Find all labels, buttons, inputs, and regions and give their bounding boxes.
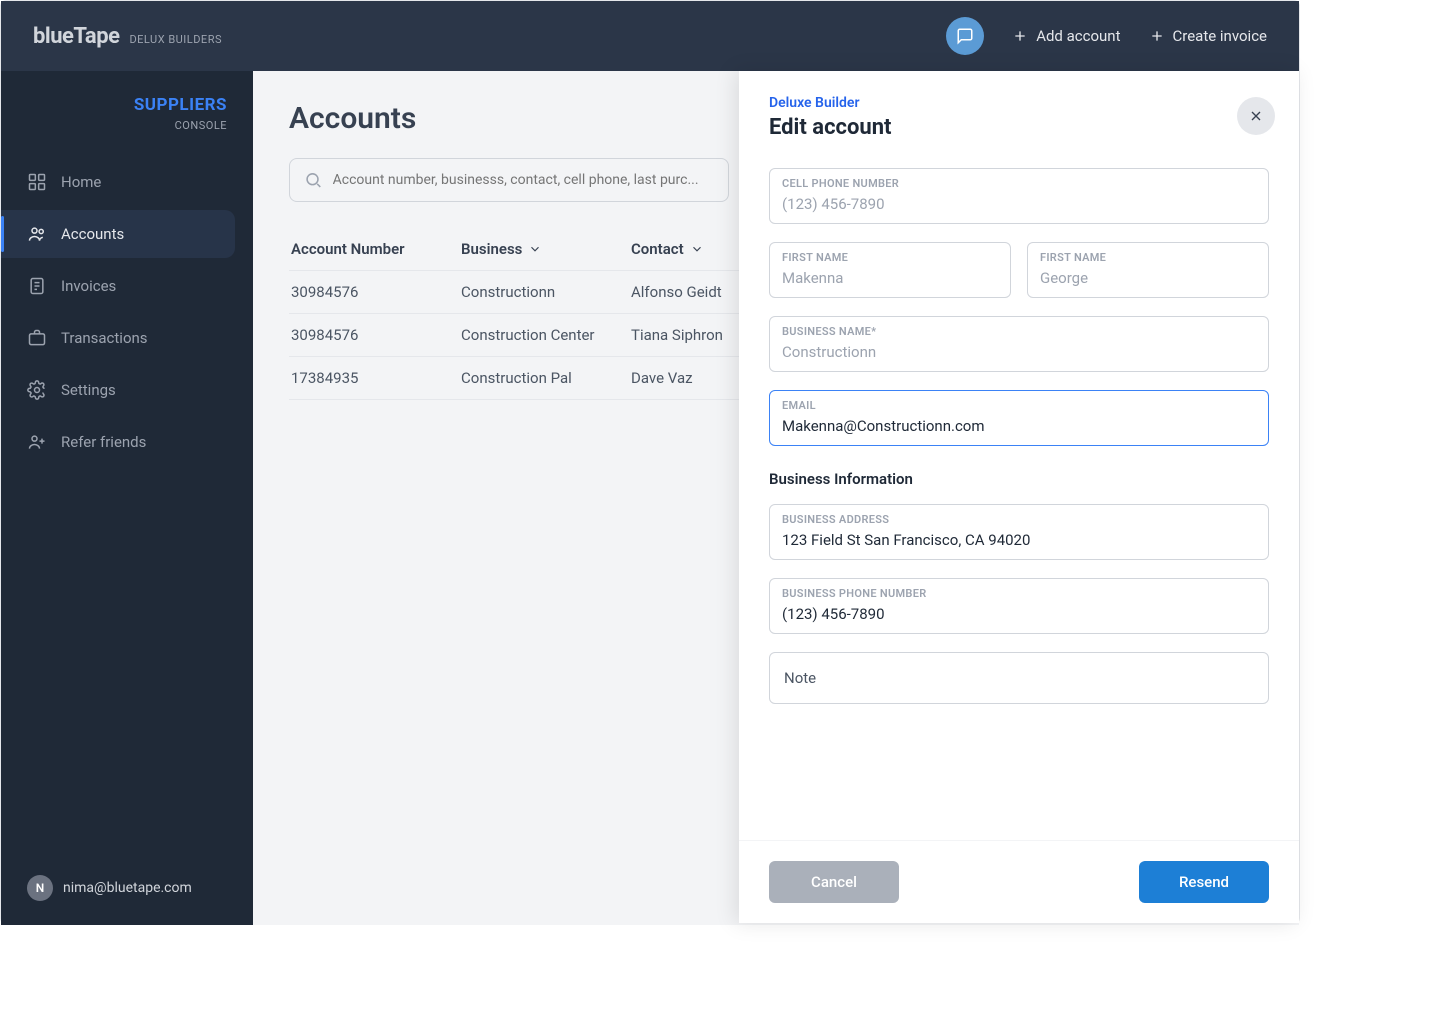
business-name-input[interactable]: [782, 343, 1256, 361]
search-icon: [304, 170, 323, 190]
close-button[interactable]: [1237, 97, 1275, 135]
cell-phone-input[interactable]: [782, 195, 1256, 213]
col-label: Contact: [631, 240, 684, 258]
field-label: BUSINESS PHONE NUMBER: [782, 587, 1256, 600]
sidebar-nav: Home Accounts Invoices Transactions Sett…: [1, 158, 253, 466]
chevron-down-icon: [528, 242, 542, 256]
sidebar-item-label: Home: [61, 173, 101, 191]
note-field[interactable]: Note: [769, 652, 1269, 704]
user-plus-icon: [27, 432, 47, 452]
chevron-down-icon: [690, 242, 704, 256]
field-label: FIRST NAME: [1040, 251, 1256, 264]
business-address-input[interactable]: [782, 531, 1256, 549]
drawer-title: Edit account: [769, 115, 1269, 140]
sidebar-title: SUPPLIERS: [27, 95, 227, 115]
sidebar-item-label: Refer friends: [61, 433, 146, 451]
cancel-button[interactable]: Cancel: [769, 861, 899, 903]
drawer-footer: Cancel Resend: [739, 840, 1299, 923]
sidebar-item-label: Settings: [61, 381, 116, 399]
sidebar-item-invoices[interactable]: Invoices: [1, 262, 235, 310]
field-label: BUSINESS NAME*: [782, 325, 1256, 338]
field-label: CELL PHONE NUMBER: [782, 177, 1256, 190]
col-label: Account Number: [291, 240, 405, 258]
header-actions: Add account Create invoice: [946, 17, 1267, 55]
plus-icon: [1012, 28, 1028, 44]
business-phone-field[interactable]: BUSINESS PHONE NUMBER: [769, 578, 1269, 634]
chat-button[interactable]: [946, 17, 984, 55]
create-invoice-label: Create invoice: [1173, 27, 1268, 45]
resend-button[interactable]: Resend: [1139, 861, 1269, 903]
user-email: nima@bluetape.com: [63, 880, 192, 896]
business-phone-input[interactable]: [782, 605, 1256, 623]
cell-business: Constructionn: [461, 283, 631, 301]
cell-phone-field[interactable]: CELL PHONE NUMBER: [769, 168, 1269, 224]
app-header: blueTape DELUX BUILDERS Add account Crea…: [1, 1, 1299, 71]
first-name-input-1[interactable]: [782, 269, 998, 287]
sidebar-item-transactions[interactable]: Transactions: [1, 314, 235, 362]
email-input[interactable]: [782, 417, 1256, 435]
drawer-supertitle: Deluxe Builder: [769, 95, 1269, 111]
first-name-field-1[interactable]: FIRST NAME: [769, 242, 1011, 298]
avatar: N: [27, 875, 53, 901]
cell-acct: 17384935: [291, 369, 461, 387]
gear-icon: [27, 380, 47, 400]
sidebar-header: SUPPLIERS CONSOLE: [1, 71, 253, 150]
invoice-icon: [27, 276, 47, 296]
drawer-body: CELL PHONE NUMBER FIRST NAME FIRST NAME …: [739, 150, 1299, 840]
search-input[interactable]: [333, 172, 714, 188]
add-account-button[interactable]: Add account: [1012, 27, 1120, 45]
cell-business: Construction Center: [461, 326, 631, 344]
business-info-heading: Business Information: [769, 470, 1269, 488]
email-field[interactable]: EMAIL: [769, 390, 1269, 446]
grid-icon: [27, 172, 47, 192]
brand-subtitle: DELUX BUILDERS: [129, 33, 222, 46]
chat-icon: [956, 27, 974, 45]
create-invoice-button[interactable]: Create invoice: [1149, 27, 1268, 45]
users-icon: [27, 224, 47, 244]
note-label: Note: [784, 669, 816, 687]
drawer-header: Deluxe Builder Edit account: [739, 71, 1299, 150]
briefcase-icon: [27, 328, 47, 348]
plus-icon: [1149, 28, 1165, 44]
col-business[interactable]: Business: [461, 240, 631, 258]
business-name-field[interactable]: BUSINESS NAME*: [769, 316, 1269, 372]
sidebar-subtitle: CONSOLE: [27, 119, 227, 132]
brand-mark: blueTape: [33, 24, 119, 49]
col-label: Business: [461, 240, 522, 258]
business-address-field[interactable]: BUSINESS ADDRESS: [769, 504, 1269, 560]
sidebar-item-label: Transactions: [61, 329, 148, 347]
sidebar-item-home[interactable]: Home: [1, 158, 235, 206]
sidebar-item-refer[interactable]: Refer friends: [1, 418, 235, 466]
field-label: FIRST NAME: [782, 251, 998, 264]
col-account-number[interactable]: Account Number: [291, 240, 461, 258]
sidebar: SUPPLIERS CONSOLE Home Accounts Invoices…: [1, 71, 253, 925]
sidebar-item-settings[interactable]: Settings: [1, 366, 235, 414]
first-name-field-2[interactable]: FIRST NAME: [1027, 242, 1269, 298]
cell-business: Construction Pal: [461, 369, 631, 387]
first-name-input-2[interactable]: [1040, 269, 1256, 287]
close-icon: [1248, 108, 1264, 124]
add-account-label: Add account: [1036, 27, 1120, 45]
sidebar-user[interactable]: N nima@bluetape.com: [1, 851, 253, 925]
field-label: EMAIL: [782, 399, 1256, 412]
sidebar-item-label: Invoices: [61, 277, 116, 295]
cell-acct: 30984576: [291, 326, 461, 344]
brand-logo: blueTape DELUX BUILDERS: [33, 24, 222, 49]
cell-acct: 30984576: [291, 283, 461, 301]
search-box[interactable]: [289, 158, 729, 202]
field-label: BUSINESS ADDRESS: [782, 513, 1256, 526]
edit-account-drawer: Deluxe Builder Edit account CELL PHONE N…: [739, 71, 1299, 923]
sidebar-item-label: Accounts: [61, 225, 124, 243]
sidebar-item-accounts[interactable]: Accounts: [1, 210, 235, 258]
